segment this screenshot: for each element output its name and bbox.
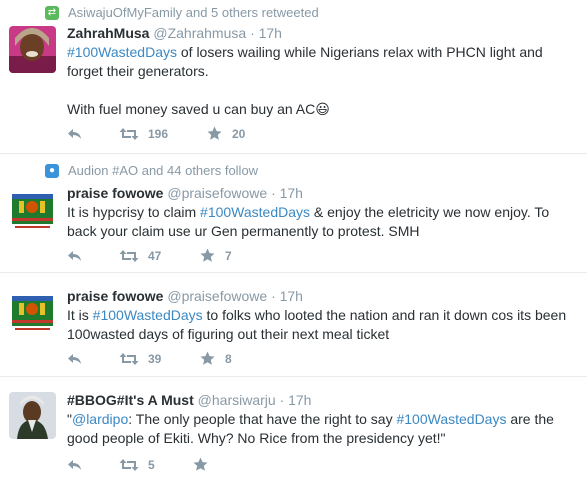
favorite-icon [200, 351, 215, 365]
reply-button[interactable] [67, 353, 119, 365]
reply-icon [68, 353, 81, 364]
retweet-button[interactable]: 39 [119, 352, 200, 366]
reply-icon [68, 459, 81, 470]
reply-button[interactable] [67, 250, 119, 262]
tweet[interactable]: ● Audion #AO and 44 others follow praise… [0, 154, 587, 273]
avatar[interactable] [9, 26, 56, 73]
tweet-text: #100WastedDays of losers wailing while N… [67, 43, 579, 119]
favorite-button[interactable]: 20 [207, 126, 245, 141]
tweet-text-part: It is hypcrisy to claim [67, 204, 201, 220]
tweet[interactable]: ⇄ AsiwajuOfMyFamily and 5 others retweet… [0, 0, 587, 154]
retweet-count: 5 [148, 457, 155, 472]
favorite-button[interactable]: 7 [200, 248, 232, 263]
retweet-button[interactable]: 196 [119, 127, 207, 141]
favorite-icon [193, 457, 208, 471]
hashtag-link[interactable]: #100WastedDays [396, 411, 506, 427]
follow-context-icon: ● [45, 163, 59, 178]
author-handle[interactable]: @praisefowowe [167, 185, 267, 201]
tweet[interactable]: #BBOG#It's A Must @harsiwarju · 17h "@la… [0, 377, 587, 489]
context-text: Audion #AO and 44 others follow [68, 163, 259, 178]
author-handle[interactable]: @harsiwarju [198, 392, 276, 408]
favorite-count: 8 [225, 351, 232, 366]
reply-icon [68, 128, 81, 139]
tweet-text-part: : The only people that have the right to… [128, 411, 397, 427]
retweet-count: 196 [148, 126, 169, 141]
tweet-text-part: It is [67, 307, 93, 323]
retweet-context-icon: ⇄ [45, 5, 59, 20]
author-name[interactable]: #BBOG#It's A Must [67, 392, 194, 408]
hashtag-link[interactable]: #100WastedDays [93, 307, 203, 323]
favorite-button[interactable] [193, 457, 218, 472]
tweet[interactable]: praise fowowe @praisefowowe · 17h It is … [0, 273, 587, 377]
retweet-button[interactable]: 47 [119, 249, 200, 263]
reply-button[interactable] [67, 459, 119, 471]
favorite-count: 7 [225, 248, 232, 263]
favorite-count: 20 [232, 126, 246, 141]
retweet-icon [119, 352, 139, 365]
tweet-time[interactable]: · 17h [271, 185, 303, 201]
author-name[interactable]: praise fowowe [67, 288, 163, 304]
favorite-button[interactable]: 8 [200, 351, 232, 366]
retweet-icon [119, 127, 139, 140]
retweet-count: 39 [148, 351, 162, 366]
author-name[interactable]: praise fowowe [67, 185, 163, 201]
tweet-context[interactable]: ● Audion #AO and 44 others follow [45, 163, 258, 178]
retweet-icon [119, 458, 139, 471]
retweet-count: 47 [148, 248, 162, 263]
tweet-time[interactable]: · 17h [280, 392, 312, 408]
tweet-time[interactable]: · 17h [271, 288, 303, 304]
favorite-icon [200, 248, 215, 262]
author-handle[interactable]: @Zahrahmusa [153, 25, 246, 41]
mention-link[interactable]: @lardipo [72, 411, 128, 427]
retweet-icon [119, 249, 139, 262]
hashtag-link[interactable]: #100WastedDays [67, 44, 177, 60]
smiley-emoji-icon: 😃 [315, 101, 330, 117]
avatar[interactable] [9, 288, 56, 335]
hashtag-link[interactable]: #100WastedDays [200, 204, 310, 220]
avatar[interactable] [9, 392, 56, 439]
tweet-time[interactable]: · 17h [250, 25, 282, 41]
timeline: ⇄ AsiwajuOfMyFamily and 5 others retweet… [0, 0, 587, 489]
tweet-text: It is hypcrisy to claim #100WastedDays &… [67, 203, 579, 241]
retweet-button[interactable]: 5 [119, 458, 193, 472]
author-handle[interactable]: @praisefowowe [167, 288, 267, 304]
tweet-text-part: With fuel money saved u can buy an AC [67, 101, 316, 117]
context-text: AsiwajuOfMyFamily and 5 others retweeted [68, 5, 319, 20]
avatar[interactable] [9, 186, 56, 233]
reply-button[interactable] [67, 128, 119, 140]
reply-icon [68, 250, 81, 261]
tweet-context[interactable]: ⇄ AsiwajuOfMyFamily and 5 others retweet… [45, 5, 319, 20]
favorite-icon [207, 126, 222, 140]
author-name[interactable]: ZahrahMusa [67, 25, 149, 41]
tweet-text: "@lardipo: The only people that have the… [67, 410, 579, 448]
tweet-text: It is #100WastedDays to folks who looted… [67, 306, 579, 344]
